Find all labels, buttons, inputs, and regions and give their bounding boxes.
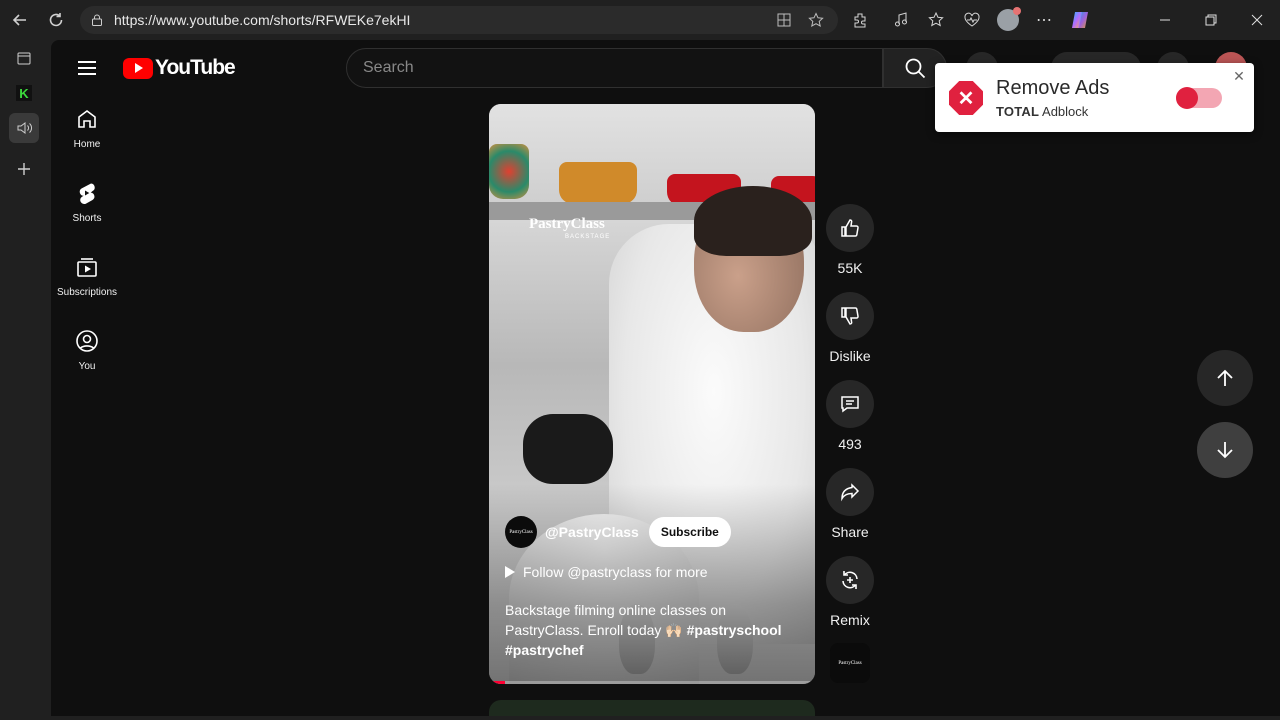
youtube-logo-text: YouTube [155,56,236,79]
site-info-icon[interactable] [90,13,104,27]
youtube-play-icon [123,57,153,79]
like-icon [841,219,859,237]
sidebar-item-label: Shorts [72,212,102,224]
dislike-action: Dislike [826,292,874,364]
adblock-x-icon: ✕ [949,81,983,115]
kiwi-tab-icon[interactable]: K [9,78,39,108]
browser-essentials-icon[interactable] [960,8,984,32]
audio-tab-icon[interactable] [9,113,39,143]
video-chef-glove [523,414,613,484]
new-tab-icon[interactable] [9,154,39,184]
subscriptions-icon [77,257,97,277]
remix-button[interactable] [826,556,874,604]
next-short-button[interactable] [1197,422,1253,478]
subscribe-button[interactable]: Subscribe [648,517,731,547]
like-action: 55K [826,204,874,276]
adblock-brand: TOTAL Adblock [996,104,1088,119]
video-pot-orange [559,162,637,204]
restore-icon[interactable] [1197,6,1225,34]
follow-text: Follow @pastryclass for more [523,564,708,580]
previous-short-button[interactable] [1197,350,1253,406]
favorites-icon[interactable] [924,8,948,32]
like-button[interactable] [826,204,874,252]
arrow-up-icon [1217,369,1233,386]
video-watermark: PastryClass BACKSTAGE [529,216,610,240]
browser-toolbar: https://www.youtube.com/shorts/RFWEKe7ek… [0,0,1280,40]
share-icon [841,483,860,502]
next-short-preview[interactable] [489,700,815,716]
channel-row: PastryClass @PastryClass Subscribe [505,516,731,548]
sidebar-item-home[interactable]: Home [55,96,119,160]
video-chef-hair [694,186,812,256]
vertical-tabs: K [0,40,50,720]
minimize-icon[interactable] [1151,6,1179,34]
comments-button[interactable] [826,380,874,428]
close-icon[interactable]: ✕ [1231,68,1247,84]
close-window-icon[interactable] [1243,6,1271,34]
watermark-subtext: BACKSTAGE [565,234,611,240]
youtube-logo[interactable]: YouTube [123,55,236,81]
search-field[interactable] [346,48,883,88]
share-label: Share [831,524,869,540]
search-icon [905,58,926,79]
follow-link[interactable]: Follow @pastryclass for more [505,564,708,580]
adblock-brand-bold: TOTAL [996,104,1040,119]
video-caption: Backstage filming online classes on Past… [505,600,795,660]
dislike-icon [841,307,859,325]
hashtag-link[interactable]: #pastrychef [505,642,584,658]
channel-handle[interactable]: @PastryClass [545,524,639,540]
comment-count: 493 [838,436,862,452]
adblock-popup: ✕ Remove Ads TOTAL Adblock ✕ [935,63,1254,132]
dislike-button[interactable] [826,292,874,340]
video-pot-decorative [489,144,529,199]
video-progress-bar[interactable] [489,681,815,684]
favorite-star-icon[interactable] [806,10,826,30]
remove-ads-toggle[interactable] [1176,87,1222,109]
watermark-text: PastryClass [529,216,605,232]
shorts-icon [79,183,95,204]
comments-action: 493 [826,380,874,452]
home-icon [78,109,96,128]
youtube-page: YouTube Home Shorts Subscriptions You [51,40,1280,716]
reader-mode-icon[interactable] [774,10,794,30]
adblock-brand-rest: Adblock [1042,104,1089,119]
like-count: 55K [837,260,863,276]
share-action: Share [826,468,874,540]
sidebar-item-you[interactable]: You [55,318,119,382]
extensions-icon[interactable] [848,8,872,32]
you-icon [76,329,98,352]
share-button[interactable] [826,468,874,516]
back-icon[interactable] [8,8,32,32]
remix-icon [842,571,858,589]
channel-avatar[interactable]: PastryClass [505,516,537,548]
sidebar-item-subscriptions[interactable]: Subscriptions [55,244,119,308]
profile-avatar[interactable] [996,7,1021,32]
short-video-player[interactable]: PastryClass BACKSTAGE PastryClass @Pastr… [489,104,815,684]
toggle-knob [1176,87,1198,109]
url-text[interactable]: https://www.youtube.com/shorts/RFWEKe7ek… [114,12,410,28]
more-icon[interactable]: ⋯ [1032,8,1056,32]
search-input[interactable] [363,59,843,77]
dislike-label: Dislike [829,348,871,364]
media-control-icon[interactable] [889,8,913,32]
progress-fill [489,681,506,684]
sidebar-item-shorts[interactable]: Shorts [55,170,119,234]
menu-icon[interactable] [75,56,99,80]
refresh-icon[interactable] [44,8,68,32]
sidebar-item-label: You [78,360,96,372]
tab-actions-icon[interactable] [9,43,39,73]
copilot-icon[interactable] [1068,8,1092,32]
comment-icon [841,396,859,413]
remix-action: Remix [826,556,874,628]
sidebar-item-label: Home [73,138,101,150]
arrow-down-icon [1217,442,1233,459]
address-bar[interactable]: https://www.youtube.com/shorts/RFWEKe7ek… [80,6,838,34]
play-triangle-icon [505,566,515,578]
remix-label: Remix [830,612,870,628]
sidebar-item-label: Subscriptions [56,286,118,298]
sound-thumbnail[interactable]: PastryClass [830,643,870,683]
hashtag-link[interactable]: #pastryschool [687,622,782,638]
adblock-title: Remove Ads [996,77,1110,99]
